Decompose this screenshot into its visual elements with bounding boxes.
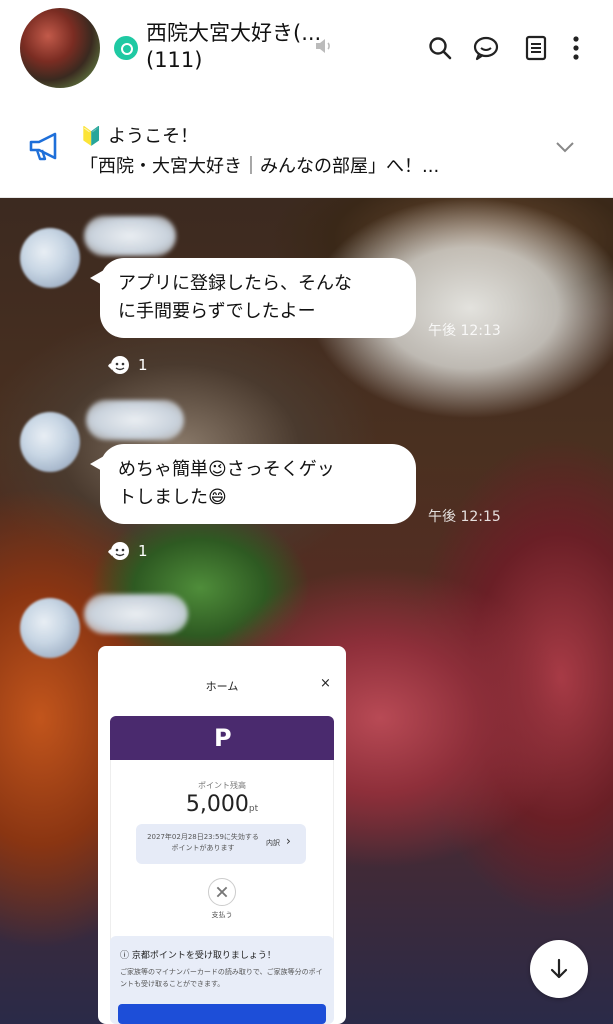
- announcement-text: 「西院・大宮大好き｜みんなの部屋」へ！...: [80, 156, 440, 177]
- sender-avatar[interactable]: [20, 412, 80, 472]
- message-text-line: トしました😄: [118, 487, 227, 508]
- reaction-badge[interactable]: 1: [106, 540, 148, 562]
- message-bubble[interactable]: アプリに登録したら、そんな に手間要らずでしたよー: [90, 258, 416, 338]
- reaction-face-icon: [108, 356, 129, 374]
- reaction-face-icon: [108, 542, 129, 560]
- more-icon[interactable]: [562, 34, 590, 62]
- open-chat-icon: [114, 36, 138, 60]
- expire-link: 内訳: [266, 839, 280, 847]
- pay-label: 支払う: [211, 911, 233, 919]
- reaction-badge[interactable]: 1: [106, 354, 148, 376]
- reaction-count: 1: [138, 356, 148, 374]
- message-bubble[interactable]: めちゃ簡単😉さっそくゲッ トしました😄: [90, 444, 416, 524]
- points-value: 5,000: [185, 792, 249, 817]
- announcement-title: 🔰 ようこそ！: [80, 126, 199, 147]
- pay-icon: [208, 878, 236, 906]
- notice-box: ⓘ 京都ポイントを受け取りましょう！ ご家族等のマイナンバーカードの読み取りで、…: [110, 936, 334, 1024]
- group-avatar[interactable]: [20, 8, 100, 88]
- card-header-bar: P: [110, 716, 334, 760]
- message-time: 午後 12:15: [428, 509, 501, 525]
- notice-button: [118, 1004, 326, 1024]
- sender-name: [84, 594, 188, 634]
- close-icon: ×: [320, 676, 331, 691]
- message-time: 午後 12:13: [428, 323, 501, 339]
- notice-body: ご家族等のマイナンバーカードの読み取りで、ご家族等分のポイントも受け取ることがで…: [120, 968, 323, 988]
- message-text-line: に手間要らずでしたよー: [118, 301, 316, 322]
- search-icon[interactable]: [426, 34, 454, 62]
- p-logo-icon: P: [214, 724, 232, 752]
- megaphone-icon: [29, 132, 57, 161]
- scroll-to-bottom-button[interactable]: [530, 940, 588, 998]
- card-title: ホーム: [205, 680, 239, 693]
- notice-title: ⓘ 京都ポイントを受け取りましょう！: [120, 951, 276, 961]
- mute-icon: [316, 39, 330, 53]
- image-message[interactable]: ホーム × P ポイント残高 5,000pt 2027年02月28日23:59に…: [98, 646, 346, 1024]
- message-text-line: アプリに登録したら、そんな: [118, 273, 352, 294]
- sender-name: [84, 216, 176, 256]
- chevron-right-icon: ›: [286, 834, 291, 848]
- chat-messages[interactable]: アプリに登録したら、そんな に手間要らずでしたよー 午後 12:13 1 めちゃ…: [0, 198, 613, 1024]
- points-value-wrap: 5,000pt: [98, 792, 346, 817]
- message-text-line: めちゃ簡単😉さっそくゲッ: [118, 459, 335, 480]
- sender-avatar[interactable]: [20, 598, 80, 658]
- sender-name: [86, 400, 184, 440]
- points-unit: pt: [248, 804, 259, 814]
- expire-text: 2027年02月28日23:59に失効するポイントがあります: [147, 833, 259, 852]
- chevron-down-icon[interactable]: [554, 140, 576, 154]
- chat-icon[interactable]: [472, 34, 500, 62]
- notes-icon[interactable]: [522, 34, 550, 62]
- chat-header: 西院大宮大好き(... (111): [0, 0, 613, 100]
- reaction-count: 1: [138, 542, 148, 560]
- arrow-down-icon: [550, 958, 568, 979]
- points-label: ポイント残高: [198, 781, 246, 790]
- announcement-bar[interactable]: [0, 100, 613, 198]
- sender-avatar[interactable]: [20, 228, 80, 288]
- expire-notice: 2027年02月28日23:59に失効するポイントがあります 内訳 ›: [136, 824, 306, 864]
